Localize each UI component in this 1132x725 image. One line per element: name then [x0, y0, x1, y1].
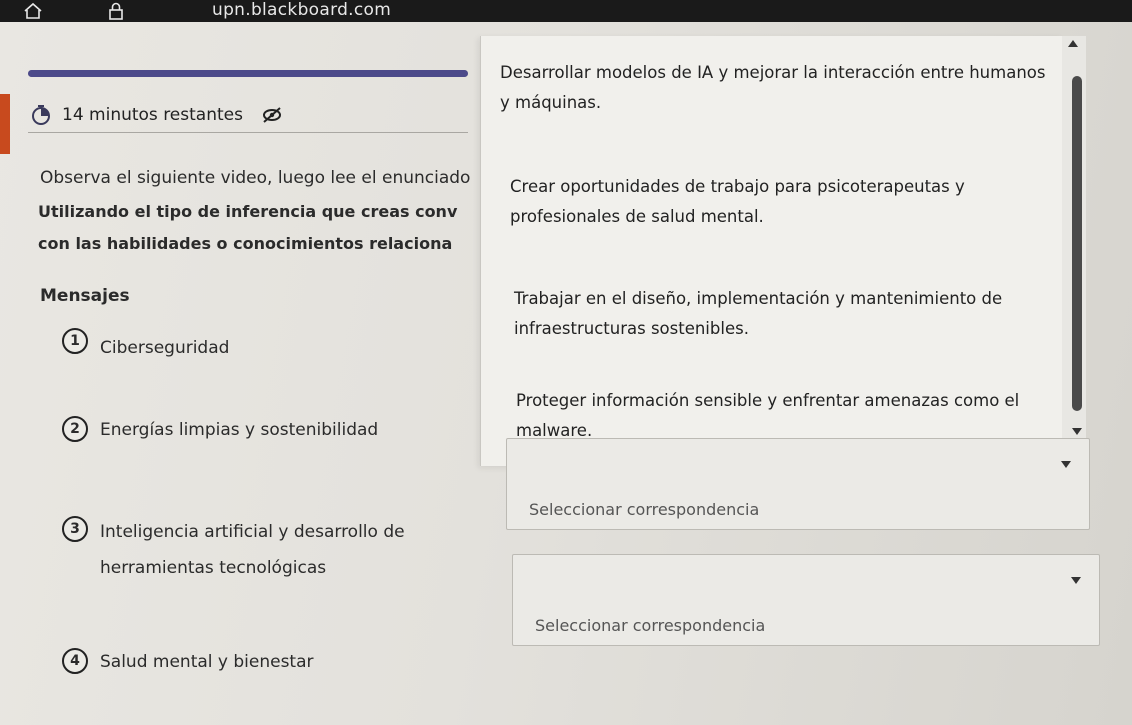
select-placeholder: Seleccionar correspondencia [535, 616, 766, 635]
select-placeholder: Seleccionar correspondencia [529, 500, 760, 519]
progress-bar [28, 70, 468, 77]
dropdown-option[interactable]: Proteger información sensible y enfrenta… [500, 386, 1050, 446]
timer-icon [32, 105, 50, 125]
left-accent-bar [0, 94, 10, 154]
message-number: 1 [62, 328, 88, 354]
message-item: 4 Salud mental y bienestar [62, 648, 462, 674]
instruction-line: con las habilidades o conocimientos rela… [38, 234, 453, 253]
timer-text: 14 minutos restantes [62, 105, 243, 125]
home-icon[interactable] [22, 2, 44, 20]
match-select[interactable]: Seleccionar correspondencia [512, 554, 1100, 646]
message-label: Inteligencia artificial y desarrollo de … [100, 522, 405, 578]
instruction-line: Observa el siguiente video, luego lee el… [40, 168, 471, 188]
match-select[interactable]: Seleccionar correspondencia [506, 438, 1090, 530]
address-bar-url[interactable]: upn.blackboard.com [212, 0, 391, 20]
message-number: 2 [62, 416, 88, 442]
lock-icon [109, 2, 123, 20]
dropdown-scrollbar[interactable] [1062, 36, 1086, 446]
dropdown-option[interactable]: Trabajar en el diseño, implementación y … [500, 284, 1050, 344]
message-item: 3 Inteligencia artificial y desarrollo d… [62, 516, 462, 586]
chevron-down-icon[interactable] [1071, 577, 1081, 584]
quiz-page: 14 minutos restantes Observa el siguient… [0, 22, 1132, 725]
timer: 14 minutos restantes [30, 104, 283, 126]
instruction-line: Utilizando el tipo de inferencia que cre… [38, 202, 458, 221]
browser-toolbar: upn.blackboard.com [0, 0, 1132, 22]
message-item: 2 Energías limpias y sostenibilidad [62, 416, 462, 442]
message-item: 1 Ciberseguridad [62, 328, 462, 360]
scroll-up-icon[interactable] [1068, 40, 1078, 47]
messages-title: Mensajes [40, 286, 130, 306]
dropdown-option[interactable]: Desarrollar modelos de IA y mejorar la i… [500, 58, 1050, 118]
progress-fill [28, 70, 468, 77]
message-number: 3 [62, 516, 88, 542]
eye-off-icon[interactable] [261, 106, 283, 124]
chevron-down-icon[interactable] [1061, 461, 1071, 468]
divider [28, 132, 468, 133]
dropdown-option[interactable]: Crear oportunidades de trabajo para psic… [500, 172, 1050, 232]
message-label: Salud mental y bienestar [100, 652, 314, 672]
message-number: 4 [62, 648, 88, 674]
scroll-thumb[interactable] [1072, 76, 1082, 411]
scroll-down-icon[interactable] [1072, 428, 1082, 435]
message-label: Energías limpias y sostenibilidad [100, 420, 379, 440]
message-label: Ciberseguridad [100, 338, 230, 358]
